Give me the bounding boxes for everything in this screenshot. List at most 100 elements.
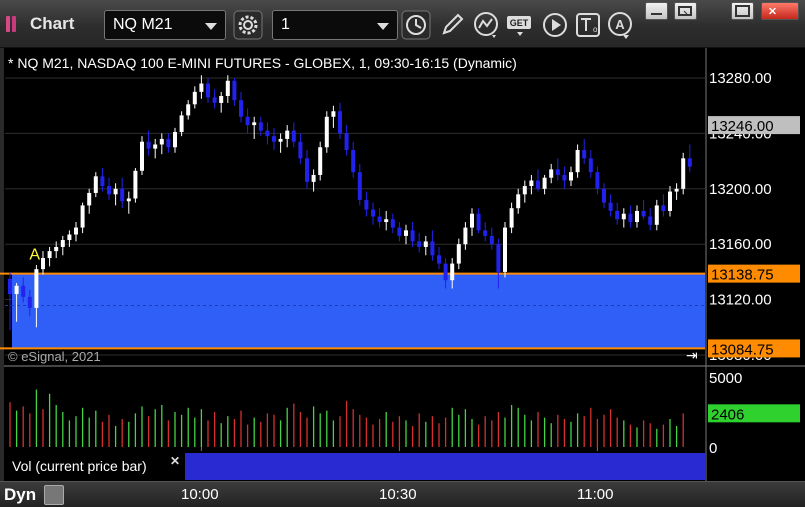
candle[interactable] [496,244,501,272]
candle[interactable] [21,285,26,297]
candle[interactable] [146,141,151,149]
alert-icon[interactable]: A [606,10,636,40]
candle[interactable] [272,136,276,142]
candle[interactable] [661,205,666,211]
candle[interactable] [324,116,329,148]
candle[interactable] [41,258,45,270]
chevron-down-icon[interactable] [377,23,389,30]
candle[interactable] [602,188,606,203]
candle[interactable] [159,138,164,145]
candle[interactable] [120,188,125,202]
candle[interactable] [113,188,118,195]
play-icon[interactable] [540,10,570,40]
candle[interactable] [437,255,441,264]
candle[interactable] [371,209,375,217]
candle[interactable] [463,227,468,245]
candle[interactable] [232,80,237,101]
candle[interactable] [47,251,52,259]
candle[interactable] [417,241,422,247]
candle[interactable] [443,263,448,281]
candle[interactable] [621,213,626,220]
candle[interactable] [595,172,600,189]
candle[interactable] [357,172,362,200]
candle[interactable] [615,210,620,220]
candle[interactable] [456,244,461,264]
candle[interactable] [80,205,85,228]
candle[interactable] [344,133,349,151]
candle[interactable] [298,141,303,159]
candle[interactable] [483,230,488,236]
candle[interactable] [542,177,547,189]
candle[interactable] [377,216,382,223]
candle[interactable] [219,96,224,103]
close-icon[interactable] [761,2,799,20]
candle[interactable] [529,180,534,187]
candle[interactable] [331,111,336,117]
candle[interactable] [206,83,210,98]
candle[interactable] [27,296,32,308]
symbol-combo[interactable]: NQ M21 [104,10,226,40]
candle[interactable] [555,169,560,175]
candle[interactable] [34,269,39,308]
minimize-icon[interactable] [645,2,668,20]
price-zone[interactable] [12,273,705,349]
candle[interactable] [668,191,672,211]
candle[interactable] [390,219,395,228]
candle[interactable] [153,144,158,149]
candle[interactable] [192,91,197,105]
candle[interactable] [265,130,270,137]
candle[interactable] [503,227,507,272]
get-icon[interactable]: GET [505,10,535,40]
candle[interactable] [8,278,12,295]
candle[interactable] [166,138,171,148]
interval-combo[interactable]: 1 [272,10,398,40]
candle[interactable] [67,234,72,241]
candle[interactable] [212,97,217,103]
maximize-icon[interactable] [731,2,754,20]
lock-icon[interactable] [44,485,64,505]
candle[interactable] [186,104,191,116]
restore-icon[interactable] [674,2,697,20]
candle[interactable] [516,194,521,209]
candle[interactable] [489,235,494,245]
candle[interactable] [100,176,105,187]
candle[interactable] [338,111,342,134]
candle[interactable] [522,186,527,195]
candle[interactable] [384,219,389,223]
settings-gear-icon[interactable] [233,10,263,40]
candle[interactable] [305,158,309,182]
candle[interactable] [674,188,679,192]
candle[interactable] [173,132,177,148]
candle[interactable] [54,246,59,252]
candle[interactable] [252,122,257,126]
candle[interactable] [641,210,646,217]
candle[interactable] [351,150,356,173]
candle[interactable] [410,230,415,242]
candle[interactable] [179,115,184,133]
candle[interactable] [225,80,230,97]
candle[interactable] [648,216,653,225]
candle[interactable] [628,213,633,223]
candle[interactable] [509,208,514,228]
pencil-icon[interactable] [437,10,467,40]
candle[interactable] [397,227,402,236]
candle[interactable] [635,210,639,223]
candle[interactable] [536,180,540,189]
candle[interactable] [430,241,435,256]
candle[interactable] [687,158,692,167]
price-chart[interactable]: 13280.0013240.0013200.0013160.0013120.00… [0,48,805,507]
candle[interactable] [239,100,243,117]
candle[interactable] [575,150,580,173]
candle[interactable] [318,147,323,175]
candle[interactable] [285,130,290,139]
candle[interactable] [199,83,204,92]
candle[interactable] [93,176,98,193]
candle[interactable] [470,213,474,228]
candle[interactable] [562,174,567,181]
candle[interactable] [133,170,138,199]
chevron-down-icon[interactable] [205,23,217,30]
candle[interactable] [87,192,92,206]
candle[interactable] [404,230,408,236]
candle[interactable] [126,198,131,202]
candle[interactable] [245,116,250,126]
